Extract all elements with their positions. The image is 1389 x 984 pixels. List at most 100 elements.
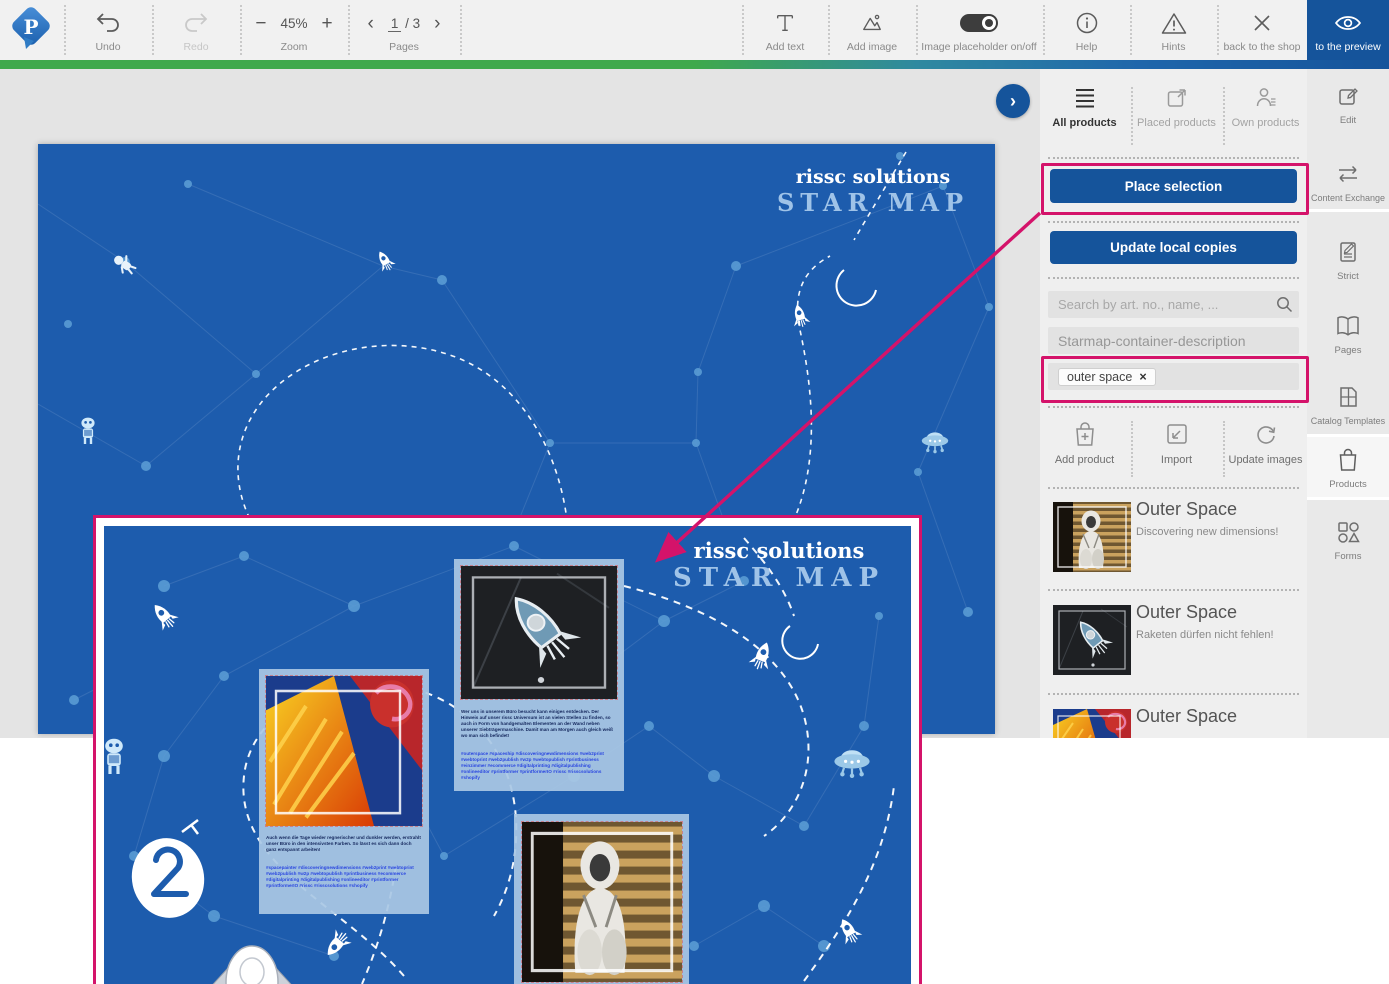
edit-icon (1307, 83, 1389, 109)
page-separator: / (405, 16, 409, 31)
shapes-icon (1307, 519, 1389, 545)
tab-all-products[interactable]: All products (1040, 79, 1129, 155)
rail-item-forms[interactable]: Forms (1307, 519, 1389, 562)
brand-line1: rissc solutions (673, 538, 885, 563)
redo-button[interactable]: Redo (154, 0, 238, 60)
card-body-text: Wer uns in unserem Büro besucht kann ein… (461, 709, 617, 739)
zoomed-starmap-page: rissc solutions STAR MAP Wer uns in unse… (104, 526, 911, 984)
sidebar-divider (1048, 589, 1299, 591)
placed-product-card-astronaut[interactable] (514, 814, 689, 984)
rail-label: Products (1307, 479, 1389, 490)
zoomed-starmap-callout: rissc solutions STAR MAP Wer uns in unse… (93, 515, 922, 984)
placed-product-card-rocket[interactable]: Wer uns in unserem Büro besucht kann ein… (454, 559, 624, 791)
undo-icon (66, 9, 150, 37)
rail-item-pages[interactable]: Pages (1307, 313, 1389, 356)
inset-brand: rissc solutions STAR MAP (673, 538, 885, 594)
total-pages: 3 (413, 16, 421, 31)
rail-item-products[interactable]: Products (1307, 447, 1389, 490)
close-icon (1219, 9, 1305, 37)
product-title: Outer Space (1136, 706, 1237, 727)
search-input[interactable] (1048, 291, 1299, 318)
brand-line2: STAR MAP (777, 189, 969, 218)
undo-label: Undo (66, 41, 150, 53)
card-image-rocket (460, 565, 618, 700)
rail-item-content-exchange[interactable]: Content Exchange (1307, 161, 1389, 203)
sidebar-divider (1048, 406, 1299, 408)
zoom-value: 45% (280, 16, 307, 31)
app-logo[interactable]: P (8, 7, 54, 53)
undo-button[interactable]: Undo (66, 0, 150, 60)
back-to-shop-button[interactable]: back to the shop (1219, 0, 1305, 60)
card-hashtags: #spacepainter #discoveringnewdimensions … (266, 865, 422, 889)
tag-filter-field[interactable]: outer space × (1048, 363, 1299, 390)
person-icon (1224, 83, 1307, 113)
product-title: Outer Space (1136, 499, 1237, 520)
product-list-item[interactable]: Outer Space Raketen dürfen nicht fehlen! (1040, 596, 1307, 690)
tag-label: outer space (1067, 370, 1132, 384)
import-button[interactable]: Import (1132, 419, 1221, 466)
place-selection-button[interactable]: Place selection (1050, 169, 1297, 203)
rail-label: Edit (1307, 115, 1389, 126)
rail-item-catalog-templates[interactable]: Catalog Templates (1307, 384, 1389, 426)
sidebar-expand-button[interactable]: › (996, 84, 1030, 118)
sidebar-divider (1048, 221, 1299, 223)
card-hashtags: #outerspace #spaceship #discoveringnewdi… (461, 751, 617, 781)
toolbar-divider (460, 5, 462, 55)
zoom-out-button[interactable]: − (255, 14, 266, 33)
action-label: Update images (1224, 454, 1307, 466)
product-list-item[interactable]: Outer Space (1040, 700, 1307, 738)
svg-text:P: P (23, 15, 38, 39)
tab-placed-products[interactable]: Placed products (1132, 79, 1221, 155)
tab-own-products[interactable]: Own products (1224, 79, 1307, 155)
zoom-control: − 45% + Zoom (242, 0, 346, 60)
action-label: Add product (1040, 454, 1129, 466)
back-to-shop-label: back to the shop (1219, 41, 1305, 53)
editor-app: P Undo Redo − 45% + Zoom (0, 0, 1389, 984)
shopping-bag-icon (1307, 447, 1389, 473)
add-product-button[interactable]: Add product (1040, 419, 1129, 466)
placed-product-card-lava[interactable]: Auch wenn die Tage wieder regnerischer u… (259, 669, 429, 914)
add-text-label: Add text (744, 41, 826, 53)
tab-label: All products (1040, 117, 1129, 129)
help-button[interactable]: Help (1045, 0, 1128, 60)
prev-page-button[interactable]: ‹ (368, 14, 374, 33)
card-image-astronaut (521, 821, 683, 983)
update-local-copies-button[interactable]: Update local copies (1050, 231, 1297, 264)
help-label: Help (1045, 41, 1128, 53)
action-label: Import (1132, 454, 1221, 466)
rail-label: Content Exchange (1307, 193, 1389, 203)
refresh-icon (1224, 419, 1307, 449)
pages-label: Pages (350, 41, 458, 53)
image-placeholder-label: Image placeholder on/off (918, 41, 1040, 53)
add-text-button[interactable]: Add text (744, 0, 826, 60)
warning-icon (1132, 9, 1215, 37)
toggle-knob (982, 16, 996, 30)
update-images-button[interactable]: Update images (1224, 419, 1307, 466)
product-description: Raketen dürfen nicht fehlen! (1136, 629, 1274, 641)
progress-bar (0, 60, 1389, 69)
chevron-right-icon: › (1010, 91, 1016, 112)
next-page-button[interactable]: › (434, 14, 440, 33)
rail-item-strict[interactable]: Strict (1307, 239, 1389, 282)
import-icon (1132, 419, 1221, 449)
rissc-blob-logo (124, 820, 211, 925)
search-icon[interactable] (1276, 296, 1293, 313)
image-placeholder-toggle[interactable] (960, 14, 998, 32)
card-body-text: Auch wenn die Tage wieder regnerischer u… (266, 835, 422, 853)
product-list-item[interactable]: Outer Space Discovering new dimensions! (1040, 493, 1307, 587)
to-preview-button[interactable]: to the preview (1307, 0, 1389, 60)
printformer-logo-icon: P (8, 7, 54, 53)
placed-icon (1132, 83, 1221, 113)
filter-tag-chip[interactable]: outer space × (1058, 368, 1156, 386)
add-image-button[interactable]: Add image (830, 0, 914, 60)
product-thumbnail-astronaut (1053, 502, 1131, 572)
zoom-in-button[interactable]: + (322, 14, 333, 33)
remove-tag-icon[interactable]: × (1139, 370, 1146, 384)
redo-label: Redo (154, 41, 238, 53)
rail-label: Catalog Templates (1307, 416, 1389, 426)
hints-button[interactable]: Hints (1132, 0, 1215, 60)
rail-item-edit[interactable]: Edit (1307, 83, 1389, 126)
rail-label: Strict (1307, 271, 1389, 282)
product-thumbnail-lava (1053, 709, 1131, 738)
description-filter-field[interactable]: Starmap-container-description (1048, 327, 1299, 354)
